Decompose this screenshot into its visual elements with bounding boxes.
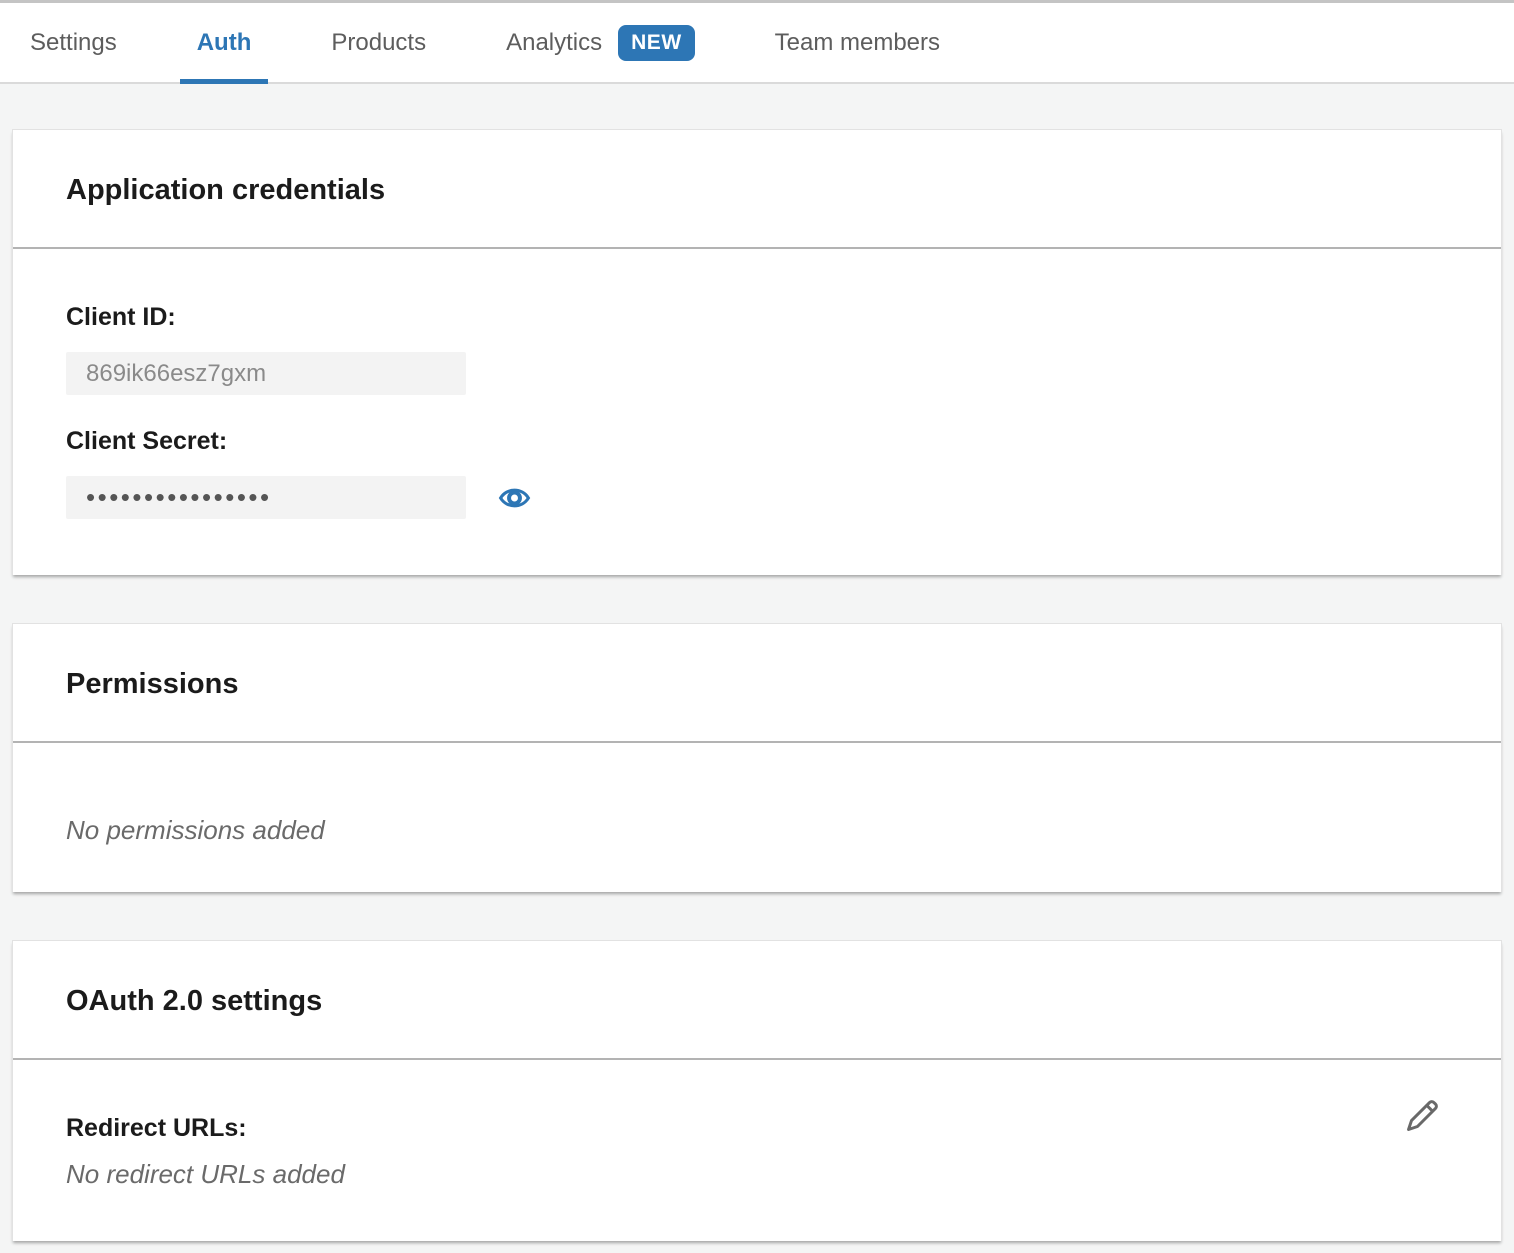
client-id-field[interactable]: 869ik66esz7gxm — [66, 352, 466, 395]
permissions-card: Permissions No permissions added — [12, 623, 1502, 892]
reveal-secret-button[interactable] — [498, 483, 531, 513]
oauth-settings-header: OAuth 2.0 settings — [13, 941, 1501, 1058]
client-secret-label: Client Secret: — [66, 427, 1448, 456]
permissions-body: No permissions added — [13, 743, 1501, 892]
tab-team-members-label: Team members — [775, 29, 940, 57]
edit-redirect-urls-button[interactable] — [1401, 1094, 1443, 1138]
tab-team-members[interactable]: Team members — [775, 3, 940, 82]
page-content: Application credentials Client ID: 869ik… — [0, 84, 1514, 1253]
tab-auth-label: Auth — [197, 29, 252, 57]
eye-icon — [498, 483, 531, 513]
application-credentials-body: Client ID: 869ik66esz7gxm Client Secret:… — [13, 249, 1501, 575]
tab-analytics[interactable]: Analytics NEW — [506, 3, 695, 82]
redirect-urls-label: Redirect URLs: — [66, 1114, 1448, 1143]
new-badge: NEW — [618, 25, 695, 61]
oauth-settings-card: OAuth 2.0 settings Redirect URLs: No red… — [12, 940, 1502, 1241]
oauth-settings-title: OAuth 2.0 settings — [66, 985, 1448, 1018]
application-credentials-card: Application credentials Client ID: 869ik… — [12, 129, 1502, 575]
permissions-empty-text: No permissions added — [66, 815, 1448, 846]
client-secret-field[interactable]: •••••••••••••••• — [66, 476, 466, 519]
tab-settings[interactable]: Settings — [30, 3, 117, 82]
client-secret-row: •••••••••••••••• — [66, 476, 1448, 519]
application-credentials-header: Application credentials — [13, 130, 1501, 247]
pencil-icon — [1401, 1094, 1443, 1138]
tab-bar: Settings Auth Products Analytics NEW Tea… — [0, 3, 1514, 84]
permissions-header: Permissions — [13, 624, 1501, 741]
application-credentials-title: Application credentials — [66, 174, 1448, 207]
tab-products-label: Products — [331, 29, 426, 57]
tab-analytics-label: Analytics — [506, 29, 602, 57]
redirect-urls-empty-text: No redirect URLs added — [66, 1159, 1448, 1190]
oauth-settings-body: Redirect URLs: No redirect URLs added — [13, 1060, 1501, 1241]
permissions-title: Permissions — [66, 668, 1448, 701]
client-id-label: Client ID: — [66, 303, 1448, 332]
tab-settings-label: Settings — [30, 29, 117, 57]
spacer — [66, 395, 1448, 427]
tab-auth[interactable]: Auth — [197, 3, 252, 82]
tab-products[interactable]: Products — [331, 3, 426, 82]
